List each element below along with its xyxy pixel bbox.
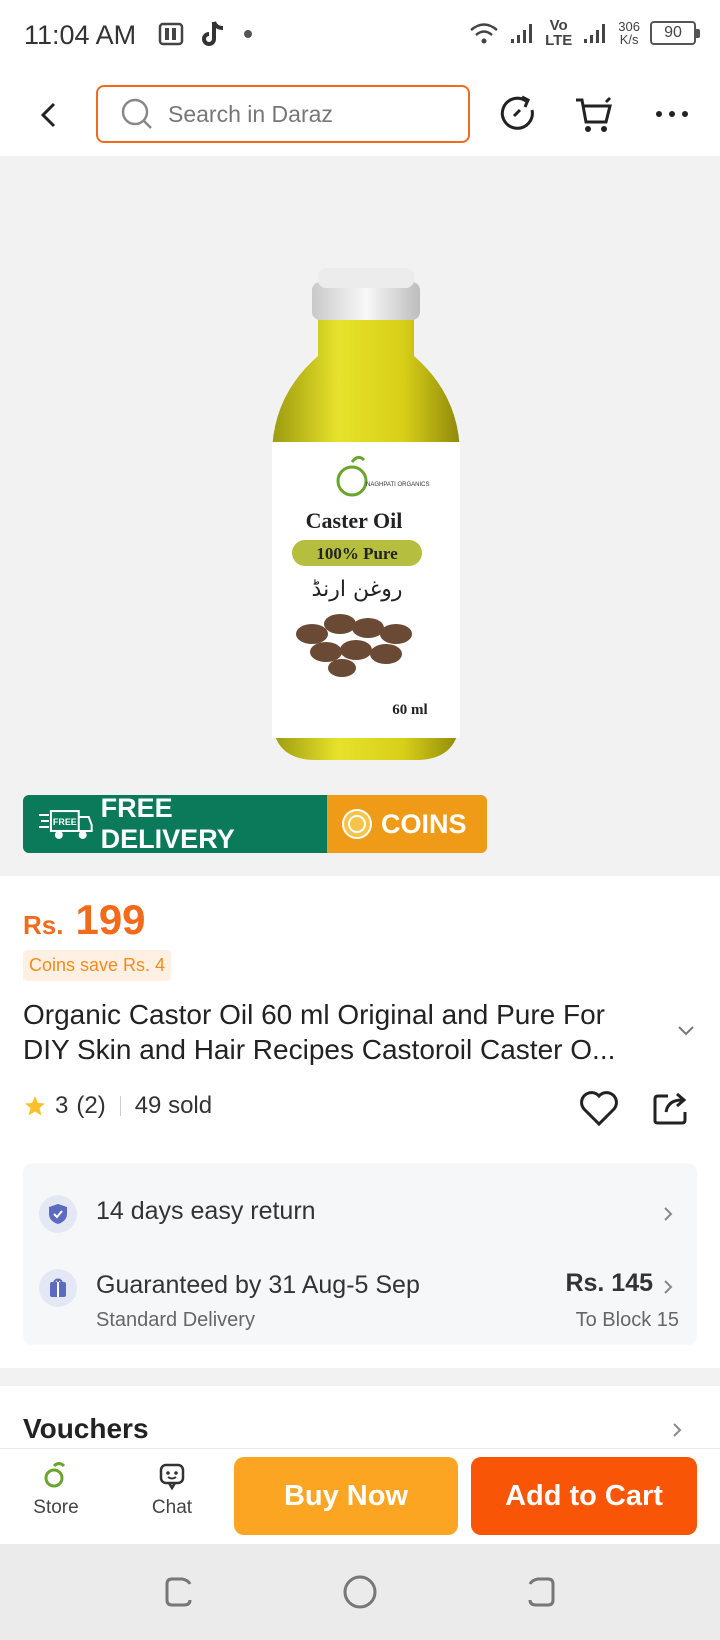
sold-count: 49 sold — [134, 1092, 213, 1119]
price: Rs. 199 — [23, 896, 146, 944]
coins-badge: COINS — [327, 795, 487, 853]
tiktok-icon — [202, 21, 224, 46]
delivery-fee: Rs. 145 — [565, 1269, 653, 1297]
delivery-type: Standard Delivery — [96, 1309, 255, 1331]
search-icon — [121, 98, 152, 129]
chat-label: Chat — [151, 1497, 193, 1518]
star-icon — [25, 1096, 45, 1116]
dot-icon — [244, 30, 252, 38]
chevron-right-icon[interactable] — [672, 1422, 682, 1438]
free-delivery-badge: FREE FREE DELIVERY — [23, 795, 327, 853]
chat-icon — [159, 1463, 185, 1491]
store-label: Store — [33, 1497, 79, 1518]
add-to-cart-button[interactable]: Add to Cart — [471, 1457, 697, 1535]
back-nav-icon[interactable] — [522, 1574, 558, 1610]
product-image[interactable]: NAGHPATI ORGANICS Caster Oil 100% Pure ر… — [0, 156, 720, 776]
divider — [119, 1096, 121, 1116]
rating-row[interactable]: 3 (2) 49 sold — [23, 1092, 212, 1120]
delivery-guarantee[interactable]: Guaranteed by 31 Aug-5 Sep — [96, 1271, 420, 1300]
label-volume: 60 ml — [392, 702, 427, 718]
return-policy[interactable]: 14 days easy return — [96, 1197, 316, 1226]
rating-count: (2) — [76, 1092, 106, 1119]
product-title[interactable]: Organic Castor Oil 60 ml Original and Pu… — [23, 997, 673, 1067]
battery-icon: 90 — [650, 21, 700, 45]
more-icon[interactable] — [650, 92, 694, 136]
bottom-action-bar: Store Chat Buy Now Add to Cart — [0, 1448, 720, 1544]
label-brand: NAGHPATI ORGANICS — [366, 482, 429, 488]
status-bar: 11:04 AM Vo LTE 306 K/s 90 — [0, 0, 720, 74]
cart-icon[interactable] — [572, 92, 616, 136]
history-icon[interactable] — [496, 92, 540, 136]
coins-save-tag: Coins save Rs. 4 — [23, 950, 172, 981]
price-value: 199 — [75, 896, 146, 943]
section-divider — [0, 1368, 720, 1386]
share-icon[interactable] — [652, 1088, 690, 1126]
shield-icon — [39, 1195, 77, 1233]
signal-icon — [584, 24, 606, 43]
rating-value: 3 — [55, 1092, 69, 1119]
buy-now-button[interactable]: Buy Now — [234, 1457, 458, 1535]
search-input[interactable]: Search in Daraz — [96, 85, 470, 143]
chevron-right-icon[interactable] — [663, 1206, 673, 1222]
signal-icon — [511, 24, 533, 43]
system-nav-bar — [0, 1544, 720, 1640]
coin-icon — [342, 809, 372, 839]
delivery-truck-icon: FREE — [38, 810, 93, 839]
chat-button[interactable]: Chat — [132, 1461, 212, 1519]
coins-label: COINS — [381, 808, 467, 839]
svg-text:FREE: FREE — [53, 817, 77, 827]
vouchers-heading[interactable]: Vouchers — [23, 1413, 149, 1445]
top-header: Search in Daraz — [0, 74, 720, 156]
search-placeholder: Search in Daraz — [168, 100, 333, 127]
package-icon — [39, 1269, 77, 1307]
service-info-card: 14 days easy return Guaranteed by 31 Aug… — [23, 1163, 697, 1345]
store-logo-icon — [44, 1462, 66, 1488]
status-time: 11:04 AM — [24, 20, 137, 50]
notification-app-icon — [158, 22, 184, 46]
price-currency: Rs. — [23, 910, 64, 940]
product-image-area[interactable]: NAGHPATI ORGANICS Caster Oil 100% Pure ر… — [0, 156, 720, 876]
home-icon[interactable] — [342, 1574, 378, 1610]
back-icon[interactable] — [36, 100, 62, 130]
store-button[interactable]: Store — [16, 1461, 96, 1519]
label-urdu: روغن ارنڈ — [312, 577, 403, 602]
promo-badges: FREE FREE DELIVERY COINS — [23, 795, 487, 853]
chevron-down-icon[interactable] — [676, 1024, 696, 1038]
label-pure: 100% Pure — [316, 544, 398, 563]
delivery-location[interactable]: To Block 15 — [576, 1309, 679, 1332]
recent-apps-icon[interactable] — [162, 1574, 198, 1610]
label-title: Caster Oil — [306, 508, 403, 533]
heart-icon[interactable] — [578, 1088, 620, 1128]
wifi-icon — [470, 23, 498, 44]
chevron-right-icon[interactable] — [663, 1279, 673, 1295]
free-delivery-label: FREE DELIVERY — [100, 795, 235, 853]
